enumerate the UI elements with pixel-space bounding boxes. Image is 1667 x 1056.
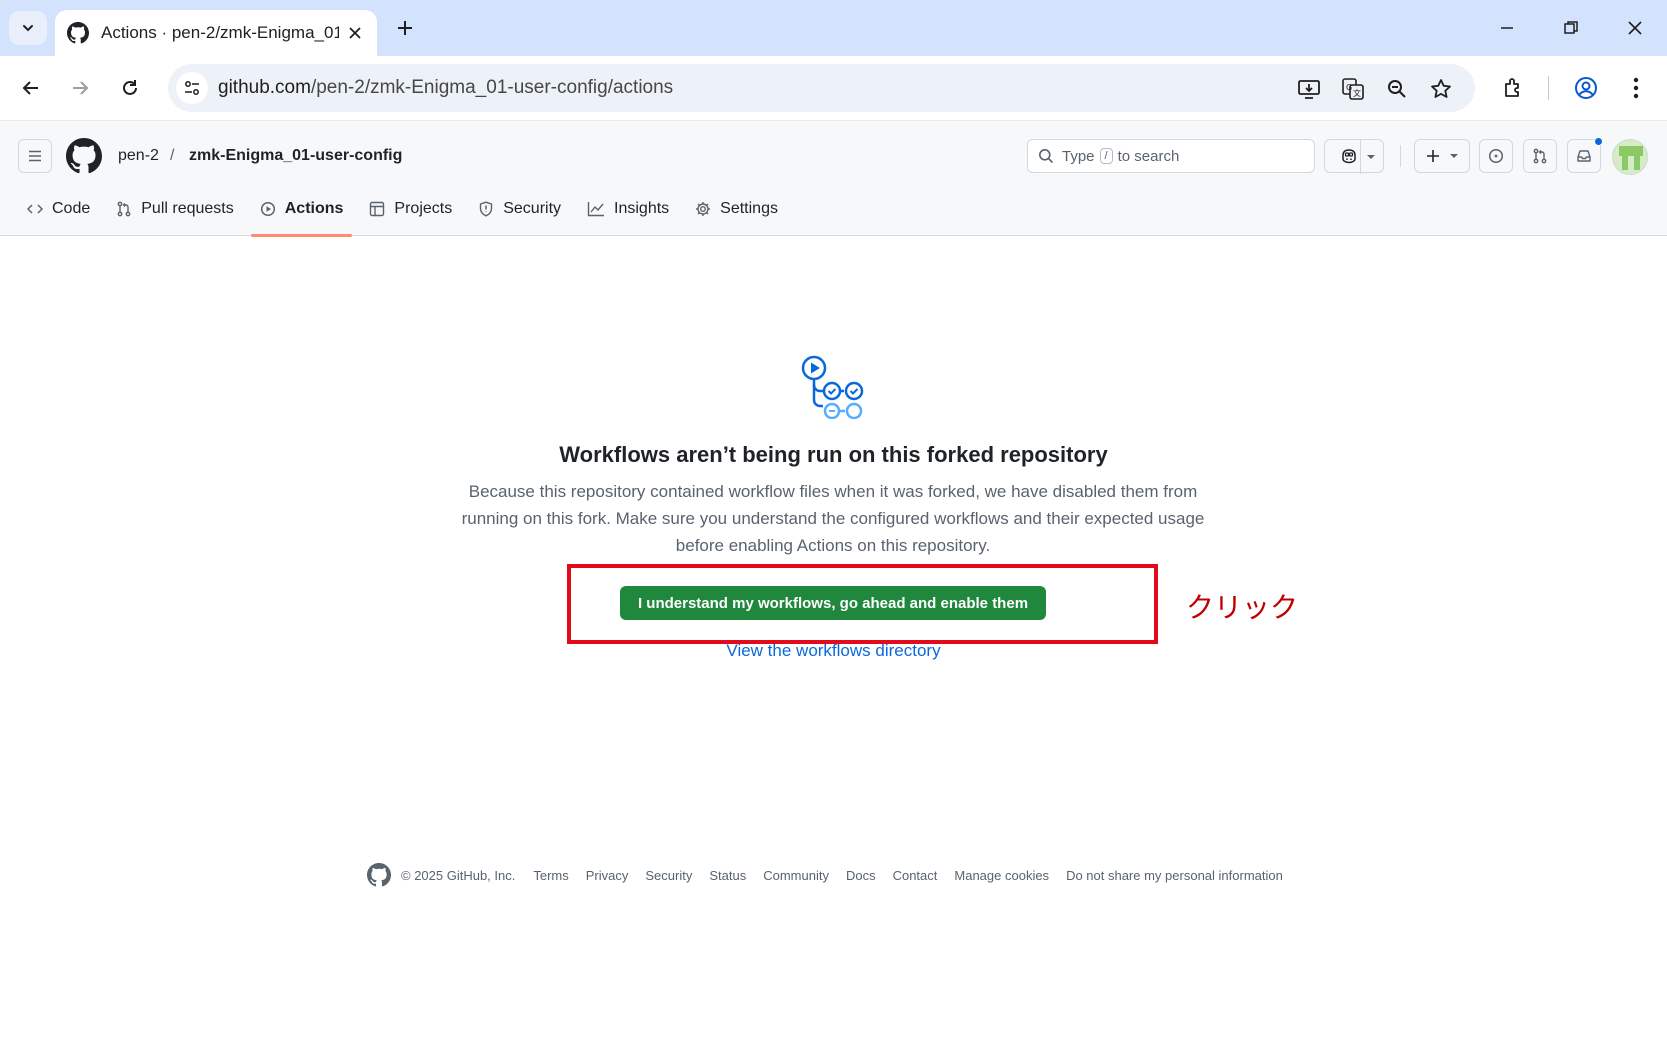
- extensions-icon[interactable]: [1497, 72, 1529, 104]
- tab-code-label: Code: [52, 200, 91, 217]
- create-new-button[interactable]: [1414, 139, 1470, 173]
- restore-icon[interactable]: [1556, 14, 1586, 42]
- tab-search-button[interactable]: [9, 11, 47, 45]
- footer-link-contact[interactable]: Contact: [893, 868, 938, 883]
- breadcrumb-separator: /: [170, 147, 175, 164]
- breadcrumb-repo[interactable]: zmk-Enigma_01-user-config: [189, 147, 402, 165]
- close-tab-icon[interactable]: [345, 23, 365, 43]
- footer-link-privacy[interactable]: Privacy: [586, 868, 629, 883]
- tab-title: Actions · pen-2/zmk-Enigma_01-user-confi…: [101, 23, 339, 42]
- close-window-icon[interactable]: [1620, 14, 1650, 42]
- search-shortcut-key: /: [1099, 148, 1113, 164]
- footer-link-security[interactable]: Security: [645, 868, 692, 883]
- inbox-icon: [1576, 148, 1592, 164]
- page-title: Workflows aren’t being run on this forke…: [559, 442, 1108, 467]
- search-icon: [1038, 148, 1054, 164]
- workflow-icon: [797, 351, 869, 419]
- copilot-divider: [1360, 140, 1361, 174]
- header-divider: [1400, 145, 1401, 167]
- issues-button[interactable]: [1479, 139, 1513, 173]
- tab-insights-label: Insights: [614, 200, 670, 217]
- url-text: github.com/pen-2/zmk-Enigma_01-user-conf…: [218, 77, 674, 98]
- hamburger-menu-icon[interactable]: [18, 139, 52, 173]
- tab-pull-requests-label: Pull requests: [141, 200, 234, 217]
- notification-dot: [1594, 137, 1603, 146]
- address-bar[interactable]: github.com/pen-2/zmk-Enigma_01-user-conf…: [168, 64, 1475, 112]
- chevron-down-icon: [1366, 154, 1376, 160]
- git-pull-request-icon: [116, 201, 141, 217]
- github-favicon-icon: [67, 22, 89, 44]
- page-description: Because this repository contained workfl…: [461, 482, 1205, 555]
- gear-icon: [695, 201, 720, 217]
- back-arrow-icon[interactable]: [15, 72, 47, 104]
- issue-opened-icon: [1488, 148, 1504, 164]
- view-workflows-link-text[interactable]: View the workflows directory: [726, 641, 940, 660]
- install-app-icon[interactable]: [1296, 76, 1322, 102]
- repo-nav: Code Pull requests Actions Projects Secu…: [18, 187, 795, 237]
- browser-tab-strip: Actions · pen-2/zmk-Enigma_01-user-confi…: [0, 0, 1667, 56]
- github-logo-icon[interactable]: [367, 863, 391, 887]
- site-info-icon[interactable]: [176, 72, 208, 104]
- pull-requests-button[interactable]: [1523, 139, 1557, 173]
- footer-link-do-not-share[interactable]: Do not share my personal information: [1066, 868, 1283, 883]
- github-header: pen-2 / zmk-Enigma_01-user-config Type / t…: [0, 120, 1667, 237]
- reload-icon[interactable]: [114, 72, 146, 104]
- enable-workflows-button[interactable]: I understand my workflows, go ahead and …: [620, 586, 1046, 620]
- breadcrumb-owner[interactable]: pen-2: [118, 147, 159, 165]
- footer-link-community[interactable]: Community: [763, 868, 829, 883]
- footer-link-docs[interactable]: Docs: [846, 868, 876, 883]
- tab-projects[interactable]: Projects: [360, 187, 461, 231]
- graph-icon: [587, 201, 614, 217]
- tab-security-label: Security: [503, 200, 562, 217]
- table-icon: [369, 201, 394, 217]
- footer-link-terms[interactable]: Terms: [533, 868, 568, 883]
- tab-actions[interactable]: Actions: [250, 187, 353, 237]
- play-circle-icon: [260, 201, 285, 217]
- tab-pull-requests[interactable]: Pull requests: [107, 187, 243, 231]
- footer-copyright: © 2025 GitHub, Inc.: [401, 867, 516, 883]
- svg-text:G: G: [1346, 83, 1352, 92]
- tab-actions-label: Actions: [284, 200, 344, 217]
- main-content: Workflows aren’t being run on this forke…: [0, 236, 1667, 1056]
- shield-icon: [478, 201, 503, 217]
- footer: © 2025 GitHub, Inc. Terms Privacy Securi…: [367, 862, 1300, 888]
- copilot-button[interactable]: [1324, 139, 1384, 174]
- chevron-down-icon: [1449, 153, 1459, 159]
- footer-link-status[interactable]: Status: [709, 868, 746, 883]
- browser-tab-active[interactable]: Actions · pen-2/zmk-Enigma_01-user-confi…: [55, 10, 377, 56]
- footer-link-manage-cookies[interactable]: Manage cookies: [954, 868, 1049, 883]
- browser-toolbar: github.com/pen-2/zmk-Enigma_01-user-conf…: [0, 56, 1667, 120]
- tab-code[interactable]: Code: [18, 187, 99, 231]
- new-tab-icon[interactable]: [393, 16, 417, 40]
- git-pull-request-icon: [1532, 148, 1548, 164]
- tab-settings[interactable]: Settings: [686, 187, 787, 231]
- minimize-icon[interactable]: [1492, 14, 1522, 42]
- zoom-icon[interactable]: [1384, 76, 1410, 102]
- view-workflows-link: View the workflows directory: [0, 641, 1667, 661]
- annotation-text: クリック: [1186, 591, 1299, 624]
- code-icon: [27, 201, 52, 217]
- github-logo-icon[interactable]: [66, 138, 102, 174]
- copilot-icon: [1340, 148, 1358, 164]
- browser-menu-icon[interactable]: [1620, 72, 1652, 104]
- svg-text:文: 文: [1353, 88, 1361, 98]
- tab-projects-label: Projects: [394, 200, 453, 217]
- tab-settings-label: Settings: [720, 200, 778, 217]
- tab-security[interactable]: Security: [469, 187, 570, 231]
- chevron-down-icon: [21, 21, 35, 35]
- toolbar-divider: [1548, 76, 1549, 100]
- profile-icon[interactable]: [1570, 72, 1602, 104]
- bookmark-star-icon[interactable]: [1428, 76, 1454, 102]
- tab-insights[interactable]: Insights: [578, 187, 678, 231]
- search-input[interactable]: Type / to search: [1027, 139, 1315, 173]
- search-placeholder: Type / to search: [1062, 147, 1180, 165]
- translate-icon[interactable]: G文: [1340, 76, 1366, 102]
- plus-icon: [1425, 148, 1441, 164]
- forward-arrow-icon[interactable]: [64, 72, 96, 104]
- avatar[interactable]: [1612, 139, 1648, 175]
